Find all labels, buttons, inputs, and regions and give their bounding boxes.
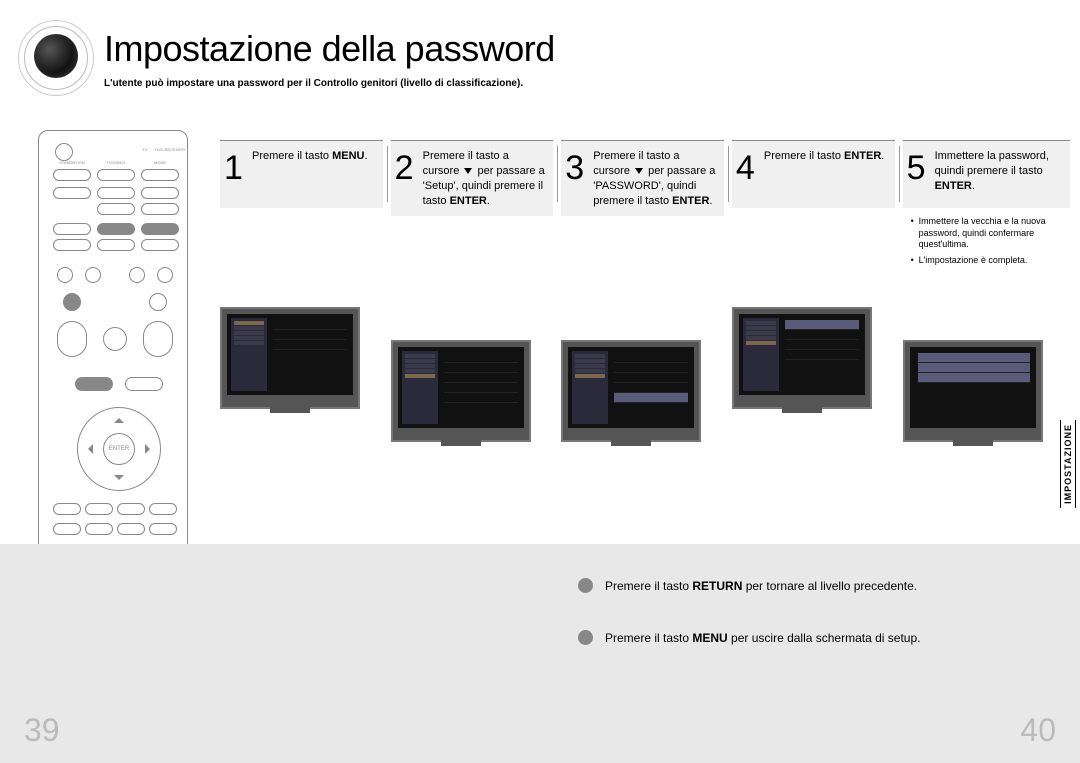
page-number-left: 39 xyxy=(24,712,60,749)
note-text: per uscire dalla schermata di setup. xyxy=(728,631,921,645)
tv-screenshot xyxy=(732,307,872,409)
cursor-down-icon xyxy=(633,165,645,177)
remote-button xyxy=(141,187,179,199)
step-text: . xyxy=(487,195,490,207)
info-button-icon xyxy=(125,377,163,391)
remote-button xyxy=(53,169,91,181)
speaker-icon xyxy=(18,20,96,98)
tv-screenshot xyxy=(561,340,701,442)
note-menu: Premere il tasto MENU per uscire dalla s… xyxy=(578,630,920,645)
step-text: . xyxy=(709,195,712,207)
step-number: 3 xyxy=(565,151,584,185)
step-bullets: Immettere la vecchia e la nuova password… xyxy=(903,216,1070,267)
step-text: Immettere la password, quindi premere il… xyxy=(935,150,1049,177)
remote-button xyxy=(53,523,81,535)
remote-button xyxy=(53,223,91,235)
cursor-down-icon xyxy=(462,165,474,177)
note-return: Premere il tasto RETURN per tornare al l… xyxy=(578,578,917,593)
step-number: 2 xyxy=(395,151,414,185)
page-number-right: 40 xyxy=(1020,712,1056,749)
page-title: Impostazione della password xyxy=(104,28,555,70)
remote-button xyxy=(53,239,91,251)
bullet-icon xyxy=(578,630,593,645)
note-text: Premere il tasto xyxy=(605,631,692,645)
menu-button-icon xyxy=(75,377,113,391)
note-key: MENU xyxy=(692,631,727,645)
note-text: Premere il tasto xyxy=(605,579,692,593)
remote-button xyxy=(85,503,113,515)
tv-screenshot xyxy=(391,340,531,442)
remote-button xyxy=(141,203,179,215)
step-text: Premere il tasto xyxy=(764,150,841,162)
step-text: . xyxy=(881,150,884,162)
step-text: . xyxy=(364,150,367,162)
step-1: 1 Premere il tasto MENU. xyxy=(220,140,383,271)
tv-screenshot xyxy=(903,340,1043,442)
rewind-icon xyxy=(85,267,101,283)
remote-button xyxy=(149,523,177,535)
section-tab: IMPOSTAZIONE xyxy=(1060,420,1076,508)
manual-page: Impostazione della password L'utente può… xyxy=(0,0,1080,763)
step-key: ENTER xyxy=(672,195,709,207)
step-key: ENTER xyxy=(844,150,881,162)
power-button-icon xyxy=(55,143,73,161)
remote-button-highlighted xyxy=(141,223,179,235)
page-subtitle: L'utente può impostare una password per … xyxy=(104,78,523,89)
step-text: . xyxy=(972,180,975,192)
bullet-item: Immettere la vecchia e la nuova password… xyxy=(911,216,1070,251)
step-text: Premere il tasto xyxy=(252,150,329,162)
step-number: 5 xyxy=(907,151,926,185)
prev-icon xyxy=(57,267,73,283)
remote-button xyxy=(97,169,135,181)
step-number: 1 xyxy=(224,151,243,185)
remote-button xyxy=(97,187,135,199)
remote-button xyxy=(53,503,81,515)
step-3: 3 Premere il tasto a cursore per passare… xyxy=(561,140,724,271)
remote-button xyxy=(141,239,179,251)
step-key: ENTER xyxy=(450,195,487,207)
bullet-icon xyxy=(578,578,593,593)
remote-button xyxy=(85,523,113,535)
steps-row: 1 Premere il tasto MENU. xyxy=(220,140,1070,271)
remote-button xyxy=(97,223,135,235)
step-key: ENTER xyxy=(935,180,972,192)
volume-rocker xyxy=(57,321,87,357)
remote-label: STANDBY/ON xyxy=(53,160,91,165)
play-icon xyxy=(149,293,167,311)
remote-label: TV/VIDEO xyxy=(97,160,135,165)
step-5: 5 Immettere la password, quindi premere … xyxy=(903,140,1070,271)
remote-button xyxy=(117,523,145,535)
remote-button xyxy=(117,503,145,515)
note-text: per tornare al livello precedente. xyxy=(742,579,917,593)
remote-button xyxy=(53,187,91,199)
remote-label: DVD RECEIVER xyxy=(140,147,200,152)
step-number: 4 xyxy=(736,151,755,185)
remote-button xyxy=(97,203,135,215)
step-key: MENU xyxy=(332,150,364,162)
remote-label: MODE xyxy=(141,160,179,165)
bullet-item: L'impostazione è completa. xyxy=(911,255,1070,267)
next-icon xyxy=(157,267,173,283)
stop-icon xyxy=(63,293,81,311)
remote-button xyxy=(141,169,179,181)
step-2: 2 Premere il tasto a cursore per passare… xyxy=(391,140,554,271)
dpad: ENTER xyxy=(77,407,161,491)
step-4: 4 Premere il tasto ENTER. xyxy=(732,140,895,271)
channel-rocker xyxy=(143,321,173,357)
enter-button-icon: ENTER xyxy=(103,433,135,465)
remote-button xyxy=(149,503,177,515)
remote-button xyxy=(97,239,135,251)
tv-screenshot xyxy=(220,307,360,409)
lower-band xyxy=(0,544,1080,763)
mute-icon xyxy=(103,327,127,351)
forward-icon xyxy=(129,267,145,283)
note-key: RETURN xyxy=(692,579,742,593)
